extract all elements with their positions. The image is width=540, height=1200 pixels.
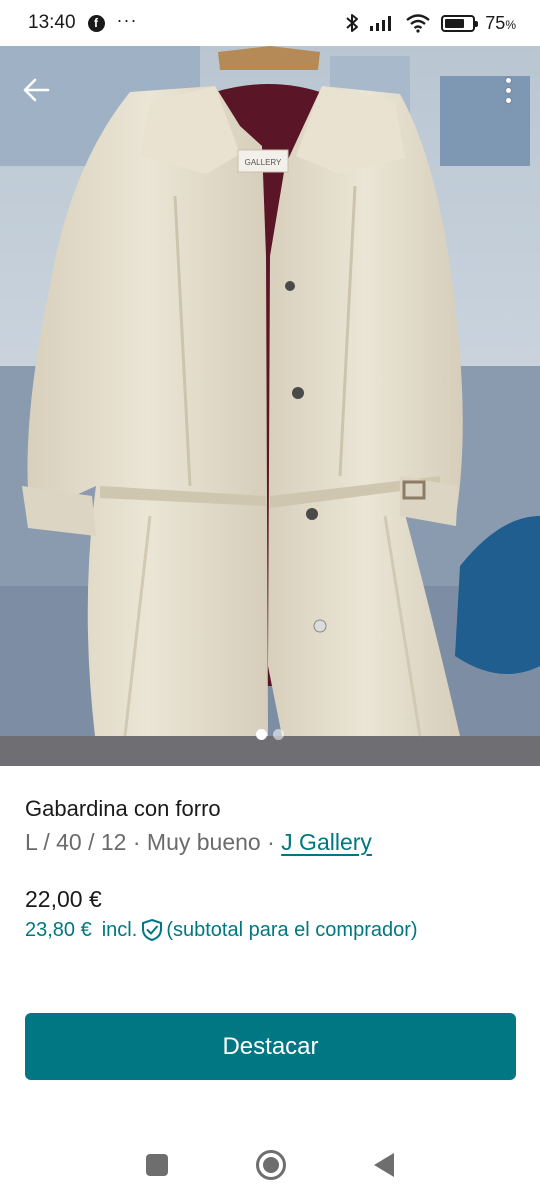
home-icon-dot [263,1157,279,1173]
buyer-total[interactable]: 23,80 € incl. (subtotal para el comprado… [25,918,418,942]
battery-percent: 75% [485,13,516,34]
item-meta: L / 40 / 12 · Muy bueno · J Gallery [25,829,372,856]
meta-separator: · [267,829,275,855]
item-size: L / 40 / 12 [25,829,127,855]
buyer-protection-shield-icon [141,918,163,942]
pager-dot[interactable] [256,729,267,740]
total-price: 23,80 € [25,918,92,941]
item-photo: GALLERY [0,46,540,766]
battery-percent-value: 75 [485,12,506,33]
back-button[interactable] [18,72,54,108]
home-icon[interactable] [256,1150,286,1180]
item-photo-gallery[interactable]: GALLERY [0,46,540,766]
wifi-icon [406,14,431,33]
dot [505,77,511,83]
status-time: 13:40 [28,12,76,33]
battery-percent-unit: % [505,17,516,32]
system-back-icon[interactable] [374,1153,394,1177]
item-condition: Muy bueno [146,829,261,855]
item-title: Gabardina con forro [25,796,221,821]
dot [505,97,511,103]
promote-button[interactable]: Destacar [25,1013,516,1080]
status-bar: 13:40 f ··· 75% [0,0,540,46]
bluetooth-icon [346,14,359,32]
pager-dot[interactable] [273,729,284,740]
item-brand-link[interactable]: J Gallery [281,829,372,855]
battery-icon [441,14,479,32]
total-note: (subtotal para el comprador) [166,918,418,941]
battery-level [445,18,464,28]
status-left: 13:40 f ··· [28,9,138,34]
coat-label-text: GALLERY [245,158,282,167]
item-price: 22,00 € [25,886,102,912]
image-pager[interactable] [0,729,540,740]
facebook-icon: f [87,14,105,32]
more-options-button[interactable] [498,70,518,110]
system-nav-bar [0,1130,540,1200]
signal-icon [370,16,392,31]
status-right: 75% [345,12,516,34]
more-notifications-icon: ··· [116,9,138,30]
recent-apps-icon[interactable] [146,1154,168,1176]
meta-separator: · [132,829,141,855]
arrow-left-icon [23,78,50,102]
total-incl: incl. [101,918,138,941]
dot [505,87,511,93]
